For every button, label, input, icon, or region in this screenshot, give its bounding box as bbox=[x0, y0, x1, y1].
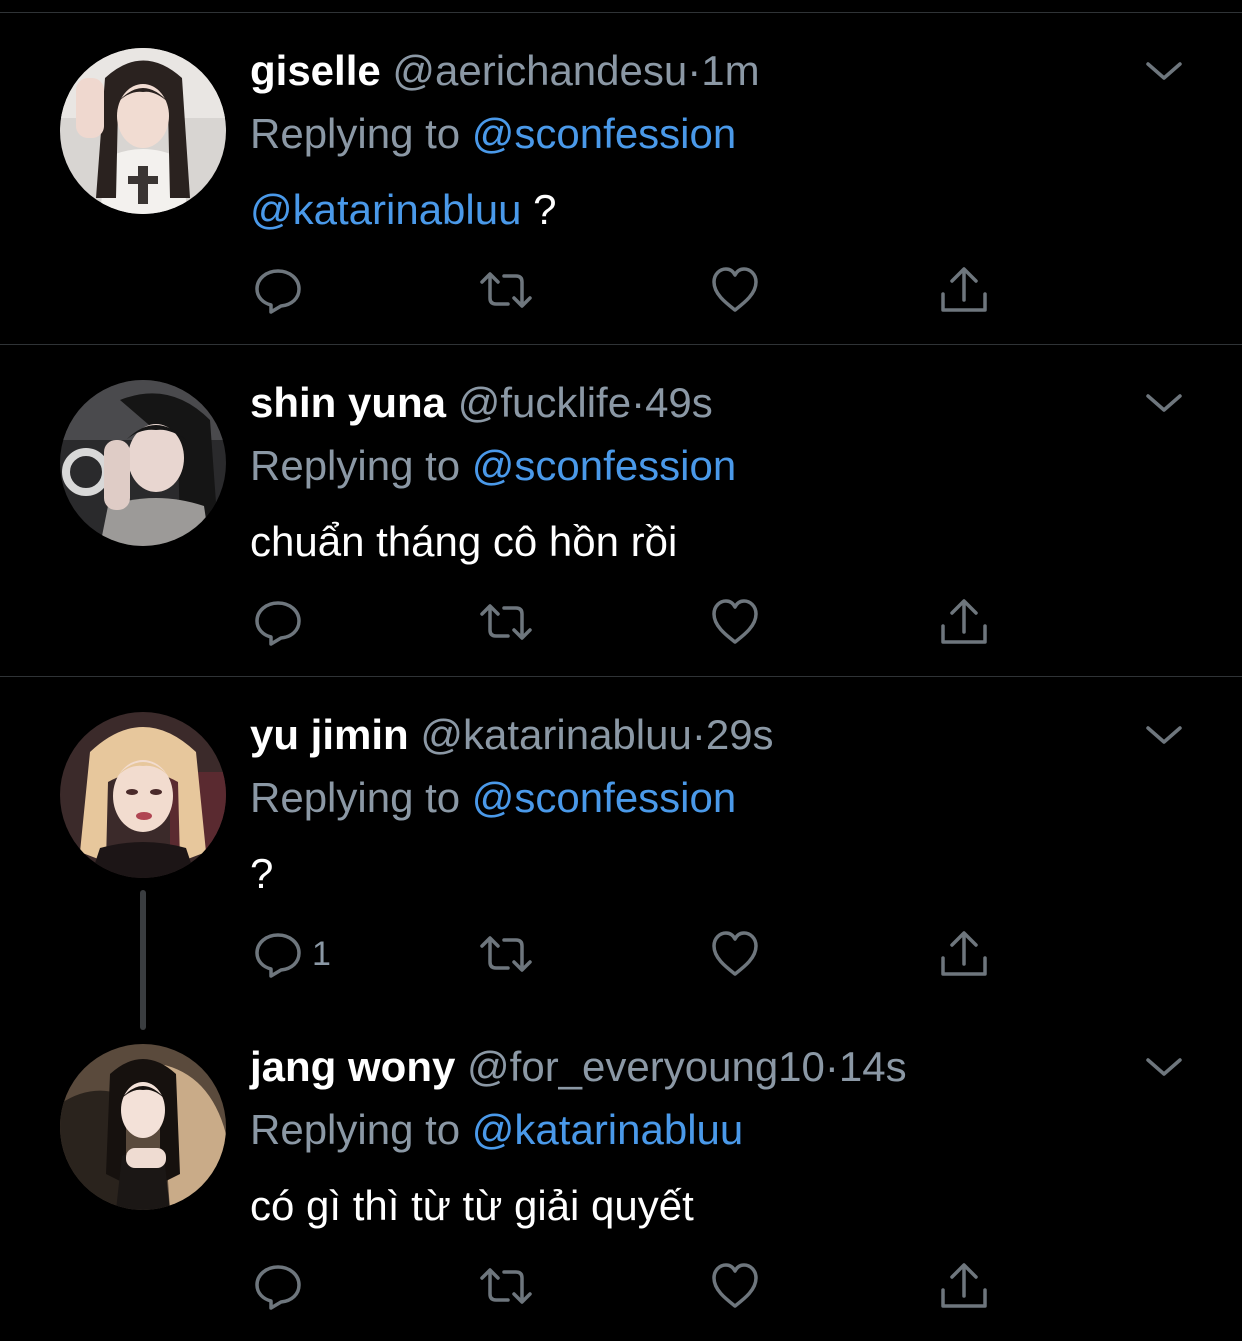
avatar[interactable] bbox=[60, 380, 226, 546]
tweet-body: có gì thì từ từ giải quyết bbox=[250, 1182, 694, 1229]
like-button[interactable] bbox=[710, 596, 760, 648]
timestamp[interactable]: 29s bbox=[706, 711, 774, 758]
avatar[interactable] bbox=[60, 712, 226, 878]
user-handle[interactable]: @katarinabluu bbox=[420, 711, 691, 758]
action-bar: 1 bbox=[252, 928, 1012, 980]
display-name[interactable]: yu jimin bbox=[250, 711, 409, 758]
tweet-header: yu jimin @katarinabluu·29s bbox=[250, 710, 774, 760]
action-bar bbox=[252, 264, 1012, 316]
separator-dot: · bbox=[824, 1043, 839, 1090]
retweet-icon bbox=[478, 928, 534, 980]
share-icon bbox=[938, 264, 990, 316]
reply-count: 1 bbox=[312, 934, 331, 973]
reply-icon bbox=[252, 928, 304, 980]
heart-icon bbox=[710, 264, 760, 316]
reply-target-link[interactable]: @sconfession bbox=[472, 442, 736, 489]
reply-button[interactable] bbox=[252, 1260, 304, 1312]
share-icon bbox=[938, 1260, 990, 1312]
reply-icon bbox=[252, 1260, 304, 1312]
user-handle[interactable]: @aerichandesu bbox=[392, 47, 687, 94]
chevron-down-icon[interactable] bbox=[1144, 722, 1184, 750]
separator-dot: · bbox=[691, 711, 706, 758]
share-button[interactable] bbox=[938, 596, 990, 648]
replying-to: Replying to @sconfession bbox=[250, 773, 736, 823]
tweet-body: ? bbox=[250, 850, 274, 897]
tweet-text: có gì thì từ từ giải quyết bbox=[250, 1181, 694, 1231]
display-name[interactable]: shin yuna bbox=[250, 379, 446, 426]
retweet-button[interactable] bbox=[478, 264, 534, 316]
replying-prefix: Replying to bbox=[250, 1106, 472, 1153]
replying-prefix: Replying to bbox=[250, 442, 472, 489]
action-bar bbox=[252, 1260, 1012, 1312]
replying-to: Replying to @katarinabluu bbox=[250, 1105, 743, 1155]
tweet-header: jang wony @for_everyoung10·14s bbox=[250, 1042, 907, 1092]
display-name[interactable]: giselle bbox=[250, 47, 381, 94]
retweet-button[interactable] bbox=[478, 1260, 534, 1312]
reply-button[interactable] bbox=[252, 264, 304, 316]
mention-link[interactable]: @katarinabluu bbox=[250, 186, 521, 233]
action-bar bbox=[252, 596, 1012, 648]
share-button[interactable] bbox=[938, 1260, 990, 1312]
avatar[interactable] bbox=[60, 48, 226, 214]
separator-dot: · bbox=[631, 379, 646, 426]
retweet-button[interactable] bbox=[478, 596, 534, 648]
timestamp[interactable]: 49s bbox=[645, 379, 713, 426]
reply-icon bbox=[252, 264, 304, 316]
replying-prefix: Replying to bbox=[250, 110, 472, 157]
heart-icon bbox=[710, 928, 760, 980]
chevron-down-icon[interactable] bbox=[1144, 58, 1184, 86]
retweet-button[interactable] bbox=[478, 928, 534, 980]
tweet-text: @katarinabluu ? bbox=[250, 185, 557, 235]
replying-to: Replying to @sconfession bbox=[250, 109, 736, 159]
retweet-icon bbox=[478, 1260, 534, 1312]
heart-icon bbox=[710, 596, 760, 648]
display-name[interactable]: jang wony bbox=[250, 1043, 455, 1090]
chevron-down-icon[interactable] bbox=[1144, 390, 1184, 418]
reply-target-link[interactable]: @sconfession bbox=[472, 774, 736, 821]
thread-line bbox=[140, 890, 146, 1030]
user-handle[interactable]: @fucklife bbox=[458, 379, 631, 426]
top-divider bbox=[0, 12, 1242, 13]
chevron-down-icon[interactable] bbox=[1144, 1054, 1184, 1082]
avatar[interactable] bbox=[60, 1044, 226, 1210]
timestamp[interactable]: 14s bbox=[839, 1043, 907, 1090]
share-button[interactable] bbox=[938, 264, 990, 316]
tweet-text: chuẩn tháng cô hồn rồi bbox=[250, 517, 677, 567]
like-button[interactable] bbox=[710, 928, 760, 980]
reply-button[interactable] bbox=[252, 596, 304, 648]
tweet-divider bbox=[0, 676, 1242, 677]
retweet-icon bbox=[478, 596, 534, 648]
tweet-header: shin yuna @fucklife·49s bbox=[250, 378, 713, 428]
share-button[interactable] bbox=[938, 928, 990, 980]
retweet-icon bbox=[478, 264, 534, 316]
reply-target-link[interactable]: @katarinabluu bbox=[472, 1106, 743, 1153]
reply-icon bbox=[252, 596, 304, 648]
like-button[interactable] bbox=[710, 264, 760, 316]
replying-to: Replying to @sconfession bbox=[250, 441, 736, 491]
tweet-divider bbox=[0, 344, 1242, 345]
reply-button[interactable]: 1 bbox=[252, 928, 331, 980]
heart-icon bbox=[710, 1260, 760, 1312]
like-button[interactable] bbox=[710, 1260, 760, 1312]
separator-dot: · bbox=[687, 47, 702, 94]
replying-prefix: Replying to bbox=[250, 774, 472, 821]
timestamp[interactable]: 1m bbox=[701, 47, 759, 94]
tweet-text: ? bbox=[250, 849, 273, 899]
reply-target-link[interactable]: @sconfession bbox=[472, 110, 736, 157]
tweet-header: giselle @aerichandesu·1m bbox=[250, 46, 760, 96]
tweet-body: chuẩn tháng cô hồn rồi bbox=[250, 518, 678, 565]
tweet-body: ? bbox=[521, 186, 557, 233]
share-icon bbox=[938, 596, 990, 648]
share-icon bbox=[938, 928, 990, 980]
user-handle[interactable]: @for_everyoung10 bbox=[467, 1043, 825, 1090]
